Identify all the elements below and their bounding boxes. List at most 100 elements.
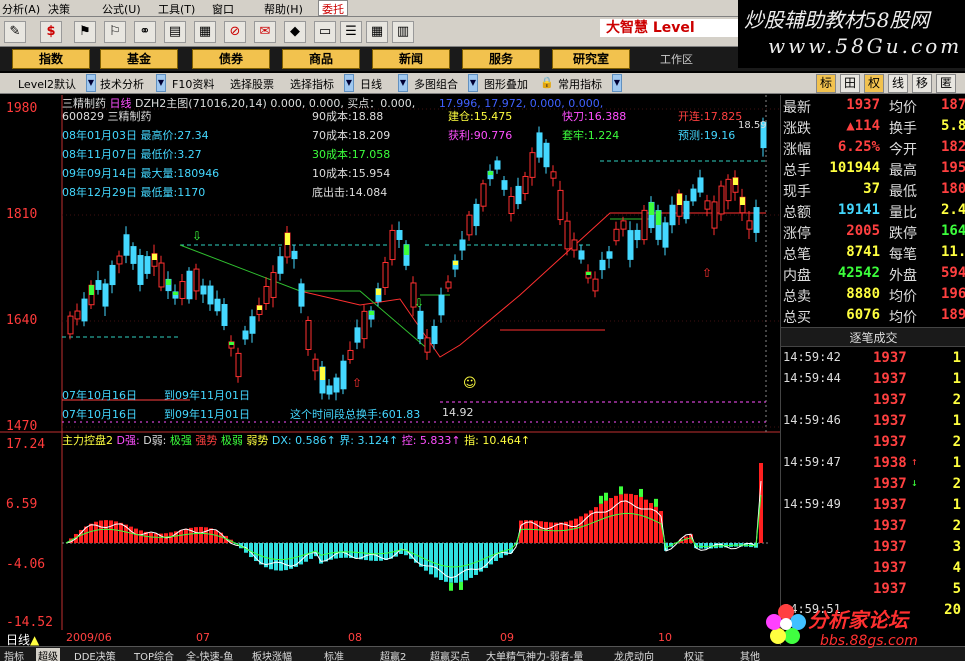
quote-label-2: 量比 xyxy=(889,205,917,221)
candle-body xyxy=(235,352,242,378)
ctb-select-stock[interactable]: 选择股票 xyxy=(230,76,274,92)
ctb-tech-analysis[interactable]: 技术分析 xyxy=(100,76,144,92)
module-commodity-button[interactable]: 商品 xyxy=(282,49,360,69)
tab-quan[interactable]: 权 xyxy=(864,74,884,93)
candle-body xyxy=(74,310,81,320)
binoculars-icon[interactable]: ⚭ xyxy=(134,21,156,43)
bottom-tab-super2[interactable]: 超赢2 xyxy=(380,648,406,661)
menu-window[interactable]: 窗口 xyxy=(212,1,234,17)
ctb-common-indicator[interactable]: 常用指标 xyxy=(558,76,602,92)
lock-icon[interactable]: 🔒 xyxy=(540,76,554,89)
flag-cn-icon[interactable]: ⚐ xyxy=(104,21,126,43)
chart-icon[interactable]: ▤ xyxy=(164,21,186,43)
ind-y-tick-2: 6.59 xyxy=(6,497,38,512)
bottom-tab-warrant[interactable]: 权证 xyxy=(684,648,704,661)
ctb-overlay[interactable]: 图形叠加 xyxy=(484,76,528,92)
module-research-button[interactable]: 研究室 xyxy=(552,49,630,69)
menu-help[interactable]: 帮助(H) xyxy=(264,1,303,17)
grid-icon[interactable]: ▦ xyxy=(366,21,388,43)
trade-arrow: ↑ xyxy=(911,455,918,468)
dropdown-arrow-icon[interactable]: ▼ xyxy=(156,74,166,92)
module-service-button[interactable]: 服务 xyxy=(462,49,540,69)
candle-body xyxy=(137,255,144,285)
candle-body xyxy=(270,272,277,298)
tab-ni[interactable]: 匿 xyxy=(936,74,956,93)
candle-body xyxy=(123,234,130,256)
candle-highlight xyxy=(173,291,178,295)
ctb-multi-chart[interactable]: 多图组合 xyxy=(414,76,458,92)
tab-yi[interactable]: 移 xyxy=(912,74,932,93)
no-icon[interactable]: ⊘ xyxy=(224,21,246,43)
dropdown-arrow-icon[interactable]: ▼ xyxy=(86,74,96,92)
bottom-tab-fast[interactable]: 全-快速-鱼 xyxy=(186,648,233,661)
smiley-icon: ☺ xyxy=(463,376,477,391)
indicator-bar xyxy=(154,533,158,543)
bottom-tab-sector[interactable]: 板块涨幅 xyxy=(252,648,292,661)
module-index-button[interactable]: 指数 xyxy=(12,49,90,69)
y-tick-1640: 1640 xyxy=(6,313,38,328)
bottom-tab-indicator[interactable]: 指标 xyxy=(4,648,24,661)
quote-label: 涨幅 xyxy=(783,142,811,158)
tab-biao[interactable]: 标 xyxy=(816,74,836,93)
menu-formula[interactable]: 公式(U) xyxy=(102,1,141,17)
time-axis: 2009/06 07 08 09 10 xyxy=(0,630,780,646)
menu-trade[interactable]: 委托 xyxy=(318,0,348,16)
time-label-0: 2009/06 xyxy=(66,631,112,644)
bottom-tab-standard[interactable]: 标准 xyxy=(324,648,344,661)
bottom-tab-other[interactable]: 其他 xyxy=(740,648,760,661)
quote-label: 总手 xyxy=(783,163,811,179)
bottom-tab-dragon[interactable]: 龙虎动向 xyxy=(614,648,654,661)
indicator-bar xyxy=(604,500,608,543)
flag-icon[interactable]: ⚑ xyxy=(74,21,96,43)
ctb-select-indicator[interactable]: 选择指标 xyxy=(290,76,334,92)
menu-tools[interactable]: 工具(T) xyxy=(158,1,195,17)
ctb-f10[interactable]: F10资料 xyxy=(172,76,214,92)
kline-chart-area[interactable]: ⇩ ⇩ ⇧ ⇧ ☺ 1980 1810 1640 1470 三精制药 日线 DZH2主图… xyxy=(0,95,780,645)
quote-row: 总买 6076 均价 1899 xyxy=(781,307,965,328)
candle-body xyxy=(515,185,522,205)
quote-label: 最新 xyxy=(783,100,811,116)
candle-body xyxy=(662,222,669,248)
bottom-tab-top[interactable]: TOP综合 xyxy=(134,648,174,661)
dropdown-arrow-icon[interactable]: ▼ xyxy=(398,74,408,92)
quote-value: 6076 xyxy=(846,307,880,323)
candle-body xyxy=(536,132,543,158)
mail-icon[interactable]: ✉ xyxy=(254,21,276,43)
menu-analysis[interactable]: 分析(A) xyxy=(2,1,40,17)
module-news-button[interactable]: 新闻 xyxy=(372,49,450,69)
tab-xian[interactable]: 线 xyxy=(888,74,908,93)
indicator-bar xyxy=(609,498,613,543)
dollar-icon[interactable]: $ xyxy=(40,21,62,43)
bottom-tab-dde[interactable]: DDE决策 xyxy=(74,648,116,661)
table-icon[interactable]: ▥ xyxy=(392,21,414,43)
up-arrow-icon: ⇧ xyxy=(352,376,362,390)
candle-highlight xyxy=(320,367,325,380)
ctb-daily[interactable]: 日线 xyxy=(360,76,382,92)
candle-highlight xyxy=(453,260,458,265)
bottom-tab-super[interactable]: 超级 xyxy=(36,648,60,661)
candle-body xyxy=(95,280,102,290)
ctb-level2[interactable]: Level2默认 xyxy=(18,76,76,92)
workzone-label[interactable]: 工作区 xyxy=(660,51,693,67)
dropdown-arrow-icon[interactable]: ▼ xyxy=(612,74,622,92)
bottom-tab-buy-point[interactable]: 超赢买点 xyxy=(430,648,470,661)
module-bond-button[interactable]: 债券 xyxy=(192,49,270,69)
diamond-icon[interactable]: ◆ xyxy=(284,21,306,43)
dropdown-arrow-icon[interactable]: ▼ xyxy=(344,74,354,92)
candle-body xyxy=(473,203,480,227)
list-icon[interactable]: ☰ xyxy=(340,21,362,43)
trade-list-header[interactable]: 逐笔成交 xyxy=(781,327,965,347)
dropdown-arrow-icon[interactable]: ▼ xyxy=(468,74,478,92)
indicator-bar xyxy=(539,521,543,543)
quote-panel: 最新 1937 均价 1874 涨跌 ▲114 换手 5.84% 涨幅 6.25% 今开 1820 总手… xyxy=(780,95,965,645)
module-fund-button[interactable]: 基金 xyxy=(100,49,178,69)
tab-tian[interactable]: 田 xyxy=(840,74,860,93)
bottom-tab-big-order[interactable]: 大单精气神力-弱者-量 xyxy=(486,648,583,661)
kuaidao-label: 快刀:16.388 xyxy=(562,110,627,123)
recorder-icon[interactable]: ▦ xyxy=(194,21,216,43)
candle-body xyxy=(445,281,452,289)
menu-decision[interactable]: 决策 xyxy=(48,1,70,17)
window-icon[interactable]: ▭ xyxy=(314,21,336,43)
quote-label-2: 今开 xyxy=(889,142,917,158)
pen-icon[interactable]: ✎ xyxy=(4,21,26,43)
